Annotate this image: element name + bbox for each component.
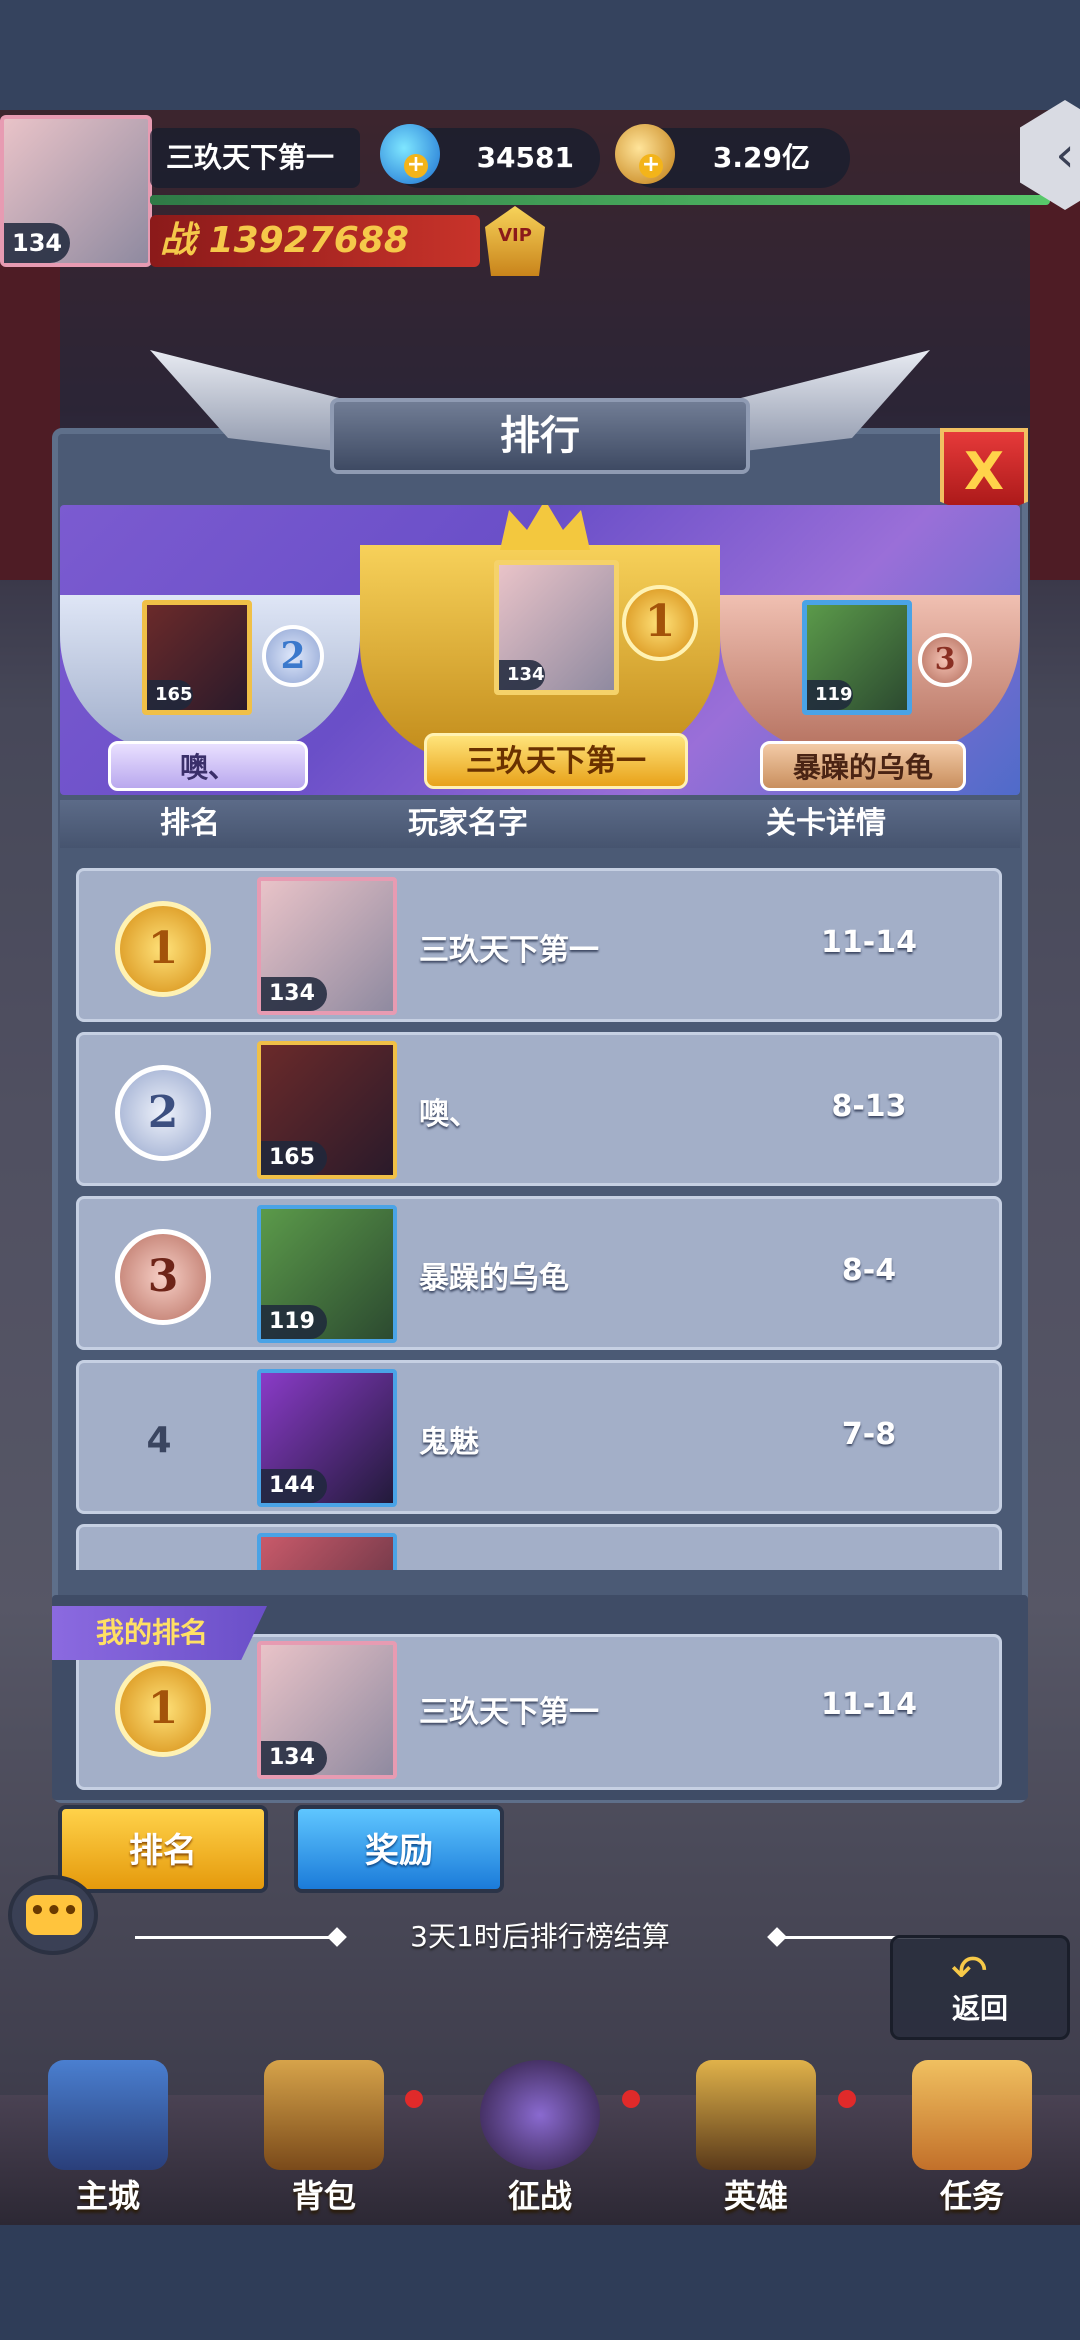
gold-coin-icon: + — [615, 124, 675, 184]
ranking-row[interactable]: 1 134 三玖天下第一 11-14 — [76, 868, 1002, 1022]
podium-first-level: 134 — [499, 660, 545, 690]
dragon-portal-icon — [480, 2060, 600, 2170]
chat-button[interactable]: ••• — [8, 1875, 98, 1955]
header-stage: 关卡详情 — [766, 806, 886, 841]
crown-icon — [500, 505, 590, 550]
player-name: 三玖天下第一 — [150, 128, 360, 188]
nav-backpack[interactable]: 背包 — [234, 2060, 414, 2225]
row-player-name: 暴躁的乌龟 — [419, 1261, 569, 1296]
row-portrait[interactable] — [257, 1533, 397, 1570]
my-rank-level: 134 — [261, 1741, 327, 1775]
row-level: 134 — [261, 977, 327, 1011]
player-avatar[interactable]: 134 — [0, 115, 152, 267]
ranking-row[interactable]: 2 165 噢、 8-13 — [76, 1032, 1002, 1186]
tab-rank[interactable]: 排名 — [58, 1805, 268, 1893]
nav-label: 征战 — [507, 2177, 572, 2215]
my-rank-name: 三玖天下第一 — [419, 1695, 599, 1730]
gem-icon: + — [380, 124, 440, 184]
row-stage: 11-14 — [821, 925, 917, 960]
ranking-row[interactable]: 3 119 暴躁的乌龟 8-4 — [76, 1196, 1002, 1350]
nav-label: 背包 — [291, 2177, 356, 2215]
row-portrait[interactable]: 119 — [257, 1205, 397, 1343]
bottom-system-bar — [0, 2225, 1080, 2340]
podium-third-portrait[interactable]: 119 — [802, 600, 912, 715]
gem-counter: + 34581 — [380, 124, 600, 188]
podium-first-name: 三玖天下第一 — [424, 733, 688, 789]
settlement-countdown: 3天1时后排行榜结算 — [410, 1920, 670, 1953]
podium-third-medal: 3 — [918, 633, 972, 687]
notification-dot — [622, 2090, 640, 2108]
notification-dot — [405, 2090, 423, 2108]
silver-medal-icon: 2 — [115, 1065, 211, 1161]
nav-label: 主城 — [75, 2177, 140, 2215]
row-portrait[interactable]: 144 — [257, 1369, 397, 1507]
helmet-icon — [696, 2060, 816, 2170]
chat-bubble-icon: ••• — [26, 1895, 82, 1935]
gem-amount: 34581 — [476, 141, 574, 174]
combat-power-value: 13927688 — [208, 220, 409, 261]
status-bar-background — [0, 0, 1080, 110]
podium-third-level: 119 — [807, 680, 853, 710]
row-level: 144 — [261, 1469, 327, 1503]
treasure-chest-icon — [264, 2060, 384, 2170]
nav-heroes[interactable]: 英雄 — [666, 2060, 846, 2225]
tab-reward[interactable]: 奖励 — [294, 1805, 504, 1893]
podium-first-portrait[interactable]: 134 — [494, 560, 619, 695]
castle-icon — [48, 2060, 168, 2170]
player-level: 134 — [4, 223, 70, 263]
ranking-row-partial[interactable] — [76, 1524, 1002, 1570]
header-rank: 排名 — [160, 806, 220, 841]
nav-label: 任务 — [939, 2177, 1004, 2215]
nav-main-city[interactable]: 主城 — [18, 2060, 198, 2225]
add-gem-icon[interactable]: + — [404, 154, 428, 178]
return-label: 返回 — [951, 1992, 1008, 2025]
nav-label: 英雄 — [723, 2177, 788, 2215]
bronze-medal-icon: 3 — [115, 1229, 211, 1325]
gold-medal-icon: 1 — [115, 901, 211, 997]
row-player-name: 鬼魅 — [419, 1425, 479, 1460]
exp-bar-fill — [150, 195, 1050, 205]
podium-third-name: 暴躁的乌龟 — [760, 741, 966, 791]
nav-battle[interactable]: 征战 — [450, 2060, 630, 2225]
dialog-title: 排行 — [330, 398, 750, 474]
my-rank-tag: 我的排名 — [52, 1606, 267, 1660]
return-button[interactable]: ↶ 返回 — [890, 1935, 1070, 2040]
row-level: 119 — [261, 1305, 327, 1339]
exp-bar — [150, 195, 1050, 205]
ranking-row[interactable]: 4 144 鬼魅 7-8 — [76, 1360, 1002, 1514]
nav-tasks[interactable]: 任务 — [882, 2060, 1062, 2225]
ranking-list-header: 排名 玩家名字 关卡详情 — [60, 800, 1020, 848]
row-player-name: 三玖天下第一 — [419, 933, 599, 968]
header-player-name: 玩家名字 — [408, 806, 528, 841]
row-stage: 7-8 — [841, 1417, 897, 1452]
combat-power-prefix: 战 — [160, 220, 197, 261]
podium-second-level: 165 — [147, 680, 193, 710]
add-gold-icon[interactable]: + — [639, 154, 663, 178]
row-portrait[interactable]: 134 — [257, 877, 397, 1015]
row-rank-number: 4 — [146, 1420, 172, 1461]
row-stage: 8-4 — [841, 1253, 897, 1288]
gold-amount: 3.29亿 — [712, 141, 810, 174]
podium-first-medal: 1 — [622, 585, 698, 661]
gold-counter: + 3.29亿 — [615, 124, 850, 188]
scroll-icon — [912, 2060, 1032, 2170]
combat-power: 战 13927688 — [150, 215, 480, 267]
gold-medal-icon: 1 — [115, 1661, 211, 1757]
row-stage: 8-13 — [831, 1089, 907, 1124]
row-player-name: 噢、 — [419, 1097, 479, 1132]
podium-second-portrait[interactable]: 165 — [142, 600, 252, 715]
row-portrait[interactable]: 165 — [257, 1041, 397, 1179]
ranking-list[interactable]: 1 134 三玖天下第一 11-14 2 165 噢、 8-13 3 119 暴… — [60, 852, 1020, 1570]
podium-second-medal: 2 — [262, 625, 324, 687]
row-level: 165 — [261, 1141, 327, 1175]
podium-banner: 165 2 噢、 134 1 三玖天下第一 119 3 暴躁的乌龟 — [60, 505, 1020, 795]
notification-dot — [838, 2090, 856, 2108]
my-rank-portrait[interactable]: 134 — [257, 1641, 397, 1779]
my-rank-stage: 11-14 — [821, 1687, 917, 1722]
podium-second-name: 噢、 — [108, 741, 308, 791]
